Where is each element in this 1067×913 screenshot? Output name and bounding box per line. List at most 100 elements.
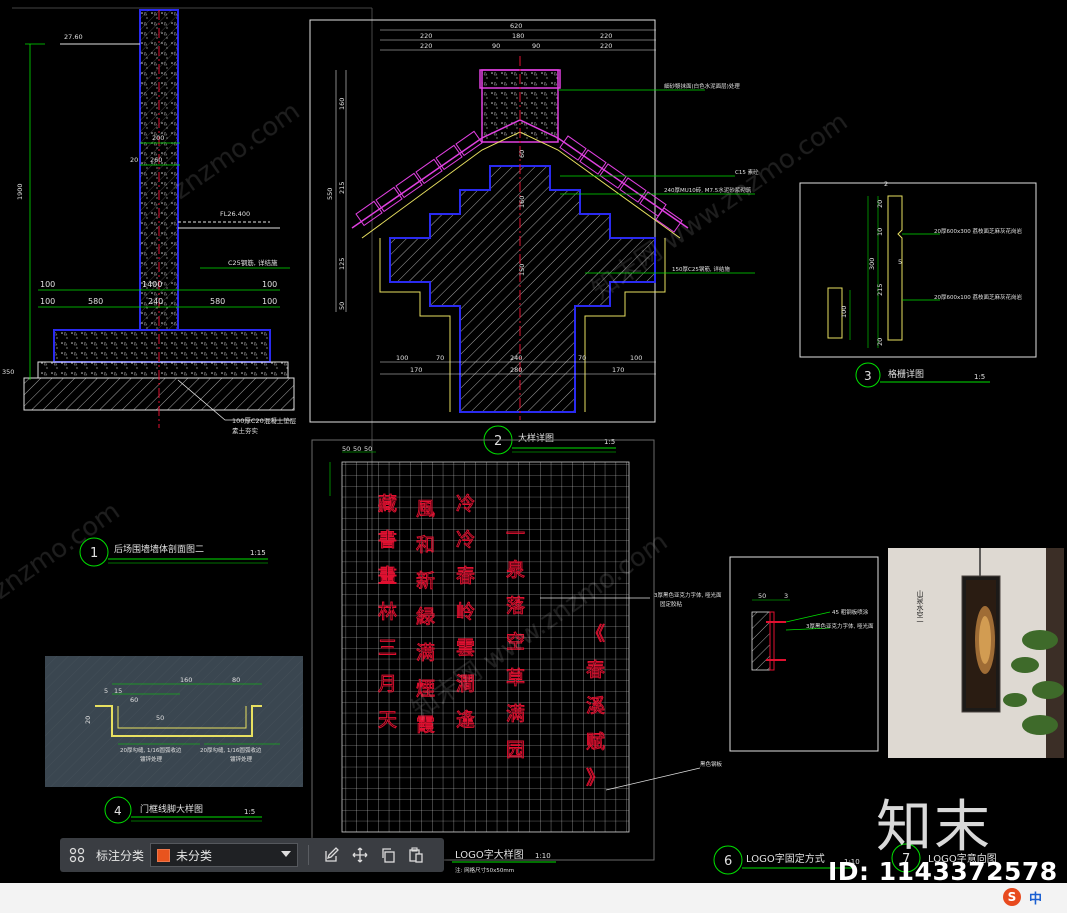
dim-100a: 100 (40, 280, 55, 289)
logo-char: 逢 (456, 709, 475, 731)
note-c25: C25钢筋, 详结施 (228, 258, 278, 267)
title-2-scale: 1:5 (604, 438, 615, 446)
d4-dim-5: 5 (104, 687, 108, 695)
d4-note-2: 20厚勾缝, 1/16圆弧收边 (200, 746, 262, 754)
title-detail-1: 1 后场围墙墙体剖面图二 1:15 (79, 537, 268, 567)
dim-580a: 580 (88, 297, 103, 306)
d4-dim-80: 80 (232, 676, 240, 684)
category-color-swatch (157, 848, 171, 862)
d2-dim-180: 180 (512, 32, 524, 40)
bottom-status-bar (0, 883, 1067, 913)
d2-dim-160: 160 (338, 98, 346, 110)
d4-note-4: 镀锌处理 (230, 755, 253, 763)
title-6-text: LOGO字固定方式 (746, 852, 825, 865)
dim-240: 240 (148, 297, 163, 306)
logo-char: 园 (506, 739, 525, 761)
d5-callout-2: 黑色钢板 (700, 760, 723, 768)
d2-dim-220b: 220 (600, 32, 612, 40)
d3-dim-20: 20 (876, 200, 884, 208)
dim-580b: 580 (210, 297, 225, 306)
logo-char: 一 (506, 523, 525, 545)
ime-indicator[interactable]: S 中 (1003, 884, 1063, 910)
d3-note-2: 20厚600x100 荔枝面芝麻灰花岗岩 (934, 293, 1022, 301)
chevron-down-icon (281, 851, 292, 857)
logo-char: 春 (586, 659, 605, 681)
logo-char: 赋 (586, 731, 605, 753)
d6-dim-3: 3 (784, 592, 788, 600)
d6-dim-50: 50 (758, 592, 766, 600)
detail-7-logo-photo: 山泉水空一 (888, 548, 1064, 758)
dim-20: 20 (130, 156, 138, 164)
d2-dim-v60: 60 (518, 150, 526, 158)
dim-100b-top: 100 (262, 280, 277, 289)
elev-top-label: 27.60 (64, 33, 83, 41)
d2-dim-b170a: 170 (410, 366, 422, 374)
logo-char: 冷 (456, 529, 475, 551)
category-selected-value: 未分类 (176, 848, 213, 863)
d3-dim-215: 215 (876, 284, 884, 296)
note-base: 100厚C20混凝土垫层 (232, 416, 297, 425)
logo-char: 藏 (378, 493, 397, 515)
title-3-number: 3 (864, 369, 872, 383)
detail-6-logo-fixing (729, 556, 879, 752)
d5-callout-1: 3厚黑色亚克力字体, 哑光面 (654, 591, 722, 599)
grid-label-1: 50 (342, 445, 350, 453)
logo-char: 林 (378, 601, 397, 623)
logo-char: 落 (506, 595, 525, 617)
d2-dim-215: 215 (338, 182, 346, 194)
d4-note-1: 20厚勾缝, 1/16圆弧收边 (120, 746, 182, 754)
d2-dim-b280: 280 (510, 366, 522, 374)
d4-dim-160: 160 (180, 676, 192, 684)
d2-dim-b170b: 170 (612, 366, 624, 374)
d6-note-1: 45 粗钢板喷涂 (832, 608, 869, 616)
title-5-text: LOGO字大样图 (455, 848, 524, 861)
d3-note-1: 20厚600x300 荔枝面芝麻灰花岗岩 (934, 227, 1022, 235)
d3-dim-10: 10 (876, 228, 884, 236)
dim-200: 200 (152, 134, 164, 142)
d4-dim-50: 50 (156, 714, 164, 722)
watermark-3: 知末网 www.znzmo.com (587, 107, 853, 306)
title-2-number: 2 (494, 434, 502, 449)
copy-icon[interactable] (377, 844, 399, 866)
grid-label-3: 50 (364, 445, 372, 453)
title-1-number: 1 (90, 546, 98, 561)
d3-dim-2: 2 (884, 180, 888, 188)
d3-dim-20b: 20 (876, 338, 884, 346)
title-detail-3: 3 格栅详图 1:5 (855, 362, 990, 388)
logo-char: 緑 (416, 606, 435, 628)
d4-note-3: 镀锌处理 (140, 755, 163, 763)
logo-char: 和 (416, 534, 435, 556)
paste-icon[interactable] (405, 844, 427, 866)
logo-char: 書 (378, 529, 397, 551)
title-4-scale: 1:5 (244, 808, 255, 816)
watermark-2: znzmo.com (167, 96, 306, 206)
category-select[interactable]: 未分类 (150, 843, 299, 867)
logo-char: 岭 (456, 601, 475, 623)
cad-drawing-canvas[interactable]: 27.60 FL26.400 1900 200 260 20 1400 100 … (0, 0, 1067, 913)
logo-char: 畫 (378, 565, 397, 587)
dim-260: 260 (150, 156, 162, 164)
detail-1-wall-section (12, 7, 373, 580)
title-6-number: 6 (724, 854, 732, 869)
title-2-text: 大样详图 (518, 432, 554, 444)
edit-icon[interactable] (321, 844, 343, 866)
grid-label-2: 50 (353, 445, 361, 453)
d4-dim-20: 20 (84, 716, 92, 724)
title-4-number: 4 (114, 804, 122, 818)
d4-dim-15: 15 (114, 687, 122, 695)
d2-dim-220a: 220 (420, 32, 432, 40)
photo-logo-text: 山泉水空一 (916, 589, 924, 625)
d3-dim-5: 5 (898, 258, 902, 266)
grid-icon[interactable] (66, 844, 88, 866)
d2-dim-220c: 220 (420, 42, 432, 50)
move-icon[interactable] (349, 844, 371, 866)
logo-char: 天 (378, 709, 397, 731)
dim-100c: 100 (40, 297, 55, 306)
d2-dim-90b: 90 (532, 42, 540, 50)
logo-char: 三 (378, 637, 397, 659)
d3-dim-100: 100 (840, 306, 848, 318)
detail-3-grille (799, 182, 1037, 358)
d2-dim-v160: 160 (518, 196, 526, 208)
d4-dim-60: 60 (130, 696, 138, 704)
logo-char: 新 (416, 570, 435, 592)
